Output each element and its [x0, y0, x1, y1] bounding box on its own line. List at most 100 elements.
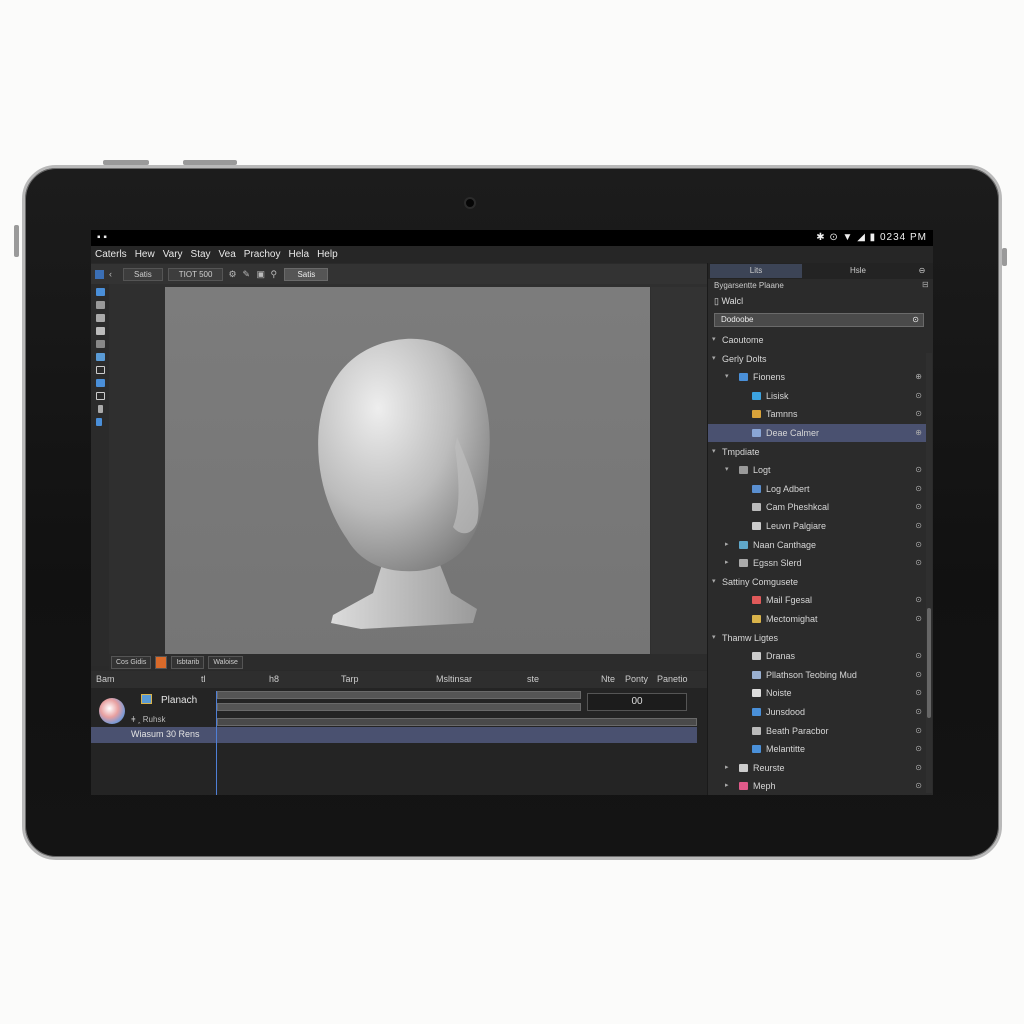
outliner-item[interactable]: ▸ Naan Canthage ⊙ [708, 536, 926, 554]
visibility-icon[interactable]: ⊙ [915, 777, 922, 795]
move-tool-icon[interactable] [96, 301, 105, 309]
timeline-selected-row[interactable]: Wiasum 30 Rens [91, 727, 697, 743]
visibility-icon[interactable]: ⊙ [915, 498, 922, 516]
outliner-item[interactable]: ▾ Fionens ⊕ [708, 368, 926, 386]
outliner-item[interactable]: Log Adbert ⊙ [708, 480, 926, 498]
outliner-item[interactable]: Dranas ⊙ [708, 647, 926, 665]
visibility-icon[interactable]: ⊙ [915, 517, 922, 535]
timeline-value-field[interactable]: 00 [587, 693, 687, 711]
select-tool-icon[interactable] [96, 288, 105, 296]
brush-tool-icon[interactable] [96, 340, 105, 348]
chevron-right-icon[interactable]: ▸ [725, 554, 729, 572]
light-tool-icon[interactable] [98, 405, 103, 413]
tab-hsle[interactable]: Hsle [804, 264, 912, 278]
menu-item[interactable]: Hew [135, 249, 155, 260]
outliner-item[interactable]: Deae Calmer ⊕ [708, 424, 926, 442]
object-thumbnail[interactable] [99, 698, 125, 724]
chevron-right-icon[interactable]: ▸ [725, 759, 729, 777]
tab-lits[interactable]: Lits [710, 264, 802, 278]
outliner-item[interactable]: ▾ Gerly Dolts [708, 350, 926, 368]
outliner-item[interactable]: ▾ Thamw Ligtes [708, 629, 926, 647]
menu-item[interactable]: Vary [163, 249, 183, 260]
link-icon[interactable]: ⚲ [270, 269, 279, 279]
outliner-item[interactable]: Leuvn Palgiare ⊙ [708, 517, 926, 535]
visibility-icon[interactable]: ⊙ [915, 610, 922, 628]
camera-tool-icon[interactable] [96, 379, 105, 387]
toolbar-field-2[interactable]: TIOT 500 [167, 267, 224, 281]
menu-item[interactable]: Caterls [95, 249, 127, 260]
toolbar-field-1[interactable]: Satis [123, 267, 163, 281]
outliner-item[interactable]: ▾ Tmpdiate [708, 443, 926, 461]
outliner-item[interactable]: ▾ Sattiny Comgusete [708, 573, 926, 591]
visibility-icon[interactable]: ⊙ [915, 666, 922, 684]
menu-item[interactable]: Vea [219, 249, 236, 260]
outliner-item[interactable]: Melantitte ⊙ [708, 740, 926, 758]
toolbar-button[interactable]: Satis [284, 267, 329, 281]
menu-item[interactable]: Hela [288, 249, 309, 260]
panel-menu-icon[interactable]: ⊖ [914, 264, 930, 278]
gear-icon[interactable]: ⚙ [228, 269, 237, 279]
timeline-track-2[interactable] [217, 703, 581, 711]
outliner-item[interactable]: ▾ Caoutome [708, 331, 926, 349]
outliner-item[interactable]: ▸ Reurste ⊙ [708, 759, 926, 777]
frame-icon[interactable]: ▣ [256, 269, 265, 279]
scale-tool-icon[interactable] [96, 327, 105, 335]
chevron-right-icon[interactable]: ▸ [725, 777, 729, 795]
outliner-item[interactable]: ▾ Logt ⊙ [708, 461, 926, 479]
visibility-icon[interactable]: ⊙ [915, 405, 922, 423]
box-tool-icon[interactable] [96, 392, 105, 400]
outliner-item[interactable]: ▸ Meph ⊙ [708, 777, 926, 795]
visibility-icon[interactable]: ⊙ [915, 591, 922, 609]
visibility-icon[interactable]: ⊙ [915, 554, 922, 572]
outliner-item[interactable]: Beath Paracbor ⊙ [708, 722, 926, 740]
outliner-item[interactable]: Mectomighat ⊙ [708, 610, 926, 628]
panel-scrollbar[interactable] [926, 353, 932, 793]
visibility-icon[interactable]: ⊙ [915, 684, 922, 702]
visibility-icon[interactable]: ⊕ [915, 368, 922, 386]
viewport-chip-3[interactable]: Waloise [208, 655, 243, 669]
outliner-item[interactable]: Cam Pheshkcal ⊙ [708, 498, 926, 516]
chevron-down-icon[interactable]: ▾ [725, 368, 729, 386]
chevron-down-icon[interactable]: ▾ [712, 629, 716, 647]
visibility-icon[interactable]: ⊙ [915, 480, 922, 498]
panel-header-close-icon[interactable]: ⊟ [922, 280, 929, 289]
visibility-icon[interactable]: ⊙ [915, 722, 922, 740]
outliner-item[interactable]: Mail Fgesal ⊙ [708, 591, 926, 609]
visibility-icon[interactable]: ⊙ [915, 647, 922, 665]
menu-item[interactable]: Help [317, 249, 338, 260]
pen-tool-icon[interactable] [96, 418, 102, 426]
menu-item[interactable]: Stay [191, 249, 211, 260]
outliner-item[interactable]: Pllathson Teobing Mud ⊙ [708, 666, 926, 684]
back-icon[interactable]: ‹ [109, 269, 118, 279]
chevron-down-icon[interactable]: ▾ [712, 331, 716, 349]
visibility-icon[interactable]: ⊙ [915, 536, 922, 554]
chevron-down-icon[interactable]: ▾ [712, 350, 716, 368]
outliner-item[interactable]: Lisisk ⊙ [708, 387, 926, 405]
rotate-tool-icon[interactable] [96, 314, 105, 322]
frame-tool-icon[interactable] [96, 366, 105, 374]
visibility-icon[interactable]: ⊙ [915, 703, 922, 721]
menu-item[interactable]: Prachoy [244, 249, 281, 260]
playhead[interactable] [216, 691, 217, 795]
chevron-down-icon[interactable]: ▾ [712, 443, 716, 461]
viewport-chip-2[interactable]: Isbtarib [171, 655, 205, 669]
chevron-down-icon[interactable]: ▾ [725, 461, 729, 479]
image-tool-icon[interactable] [96, 353, 105, 361]
visibility-icon[interactable]: ⊙ [915, 387, 922, 405]
viewport-chip-1[interactable]: Cos Gidis [111, 655, 152, 669]
outliner-item[interactable]: Noiste ⊙ [708, 684, 926, 702]
outliner-item[interactable]: Tamnns ⊙ [708, 405, 926, 423]
visibility-icon[interactable]: ⊙ [915, 461, 922, 479]
3d-viewport[interactable] [165, 287, 650, 654]
pen-icon[interactable]: ✎ [242, 269, 251, 279]
visibility-icon[interactable]: ⊙ [915, 759, 922, 777]
outliner-item[interactable]: ▸ Egssn Slerd ⊙ [708, 554, 926, 572]
visibility-icon[interactable]: ⊕ [915, 424, 922, 442]
outliner-item[interactable]: Junsdood ⊙ [708, 703, 926, 721]
panel-scrollbar-thumb[interactable] [927, 608, 931, 718]
timeline-track-1[interactable] [217, 691, 581, 699]
visibility-icon[interactable]: ⊙ [915, 740, 922, 758]
timeline-track-3[interactable] [217, 718, 697, 726]
chevron-down-icon[interactable]: ▾ [712, 573, 716, 591]
app-icon[interactable] [95, 269, 104, 279]
